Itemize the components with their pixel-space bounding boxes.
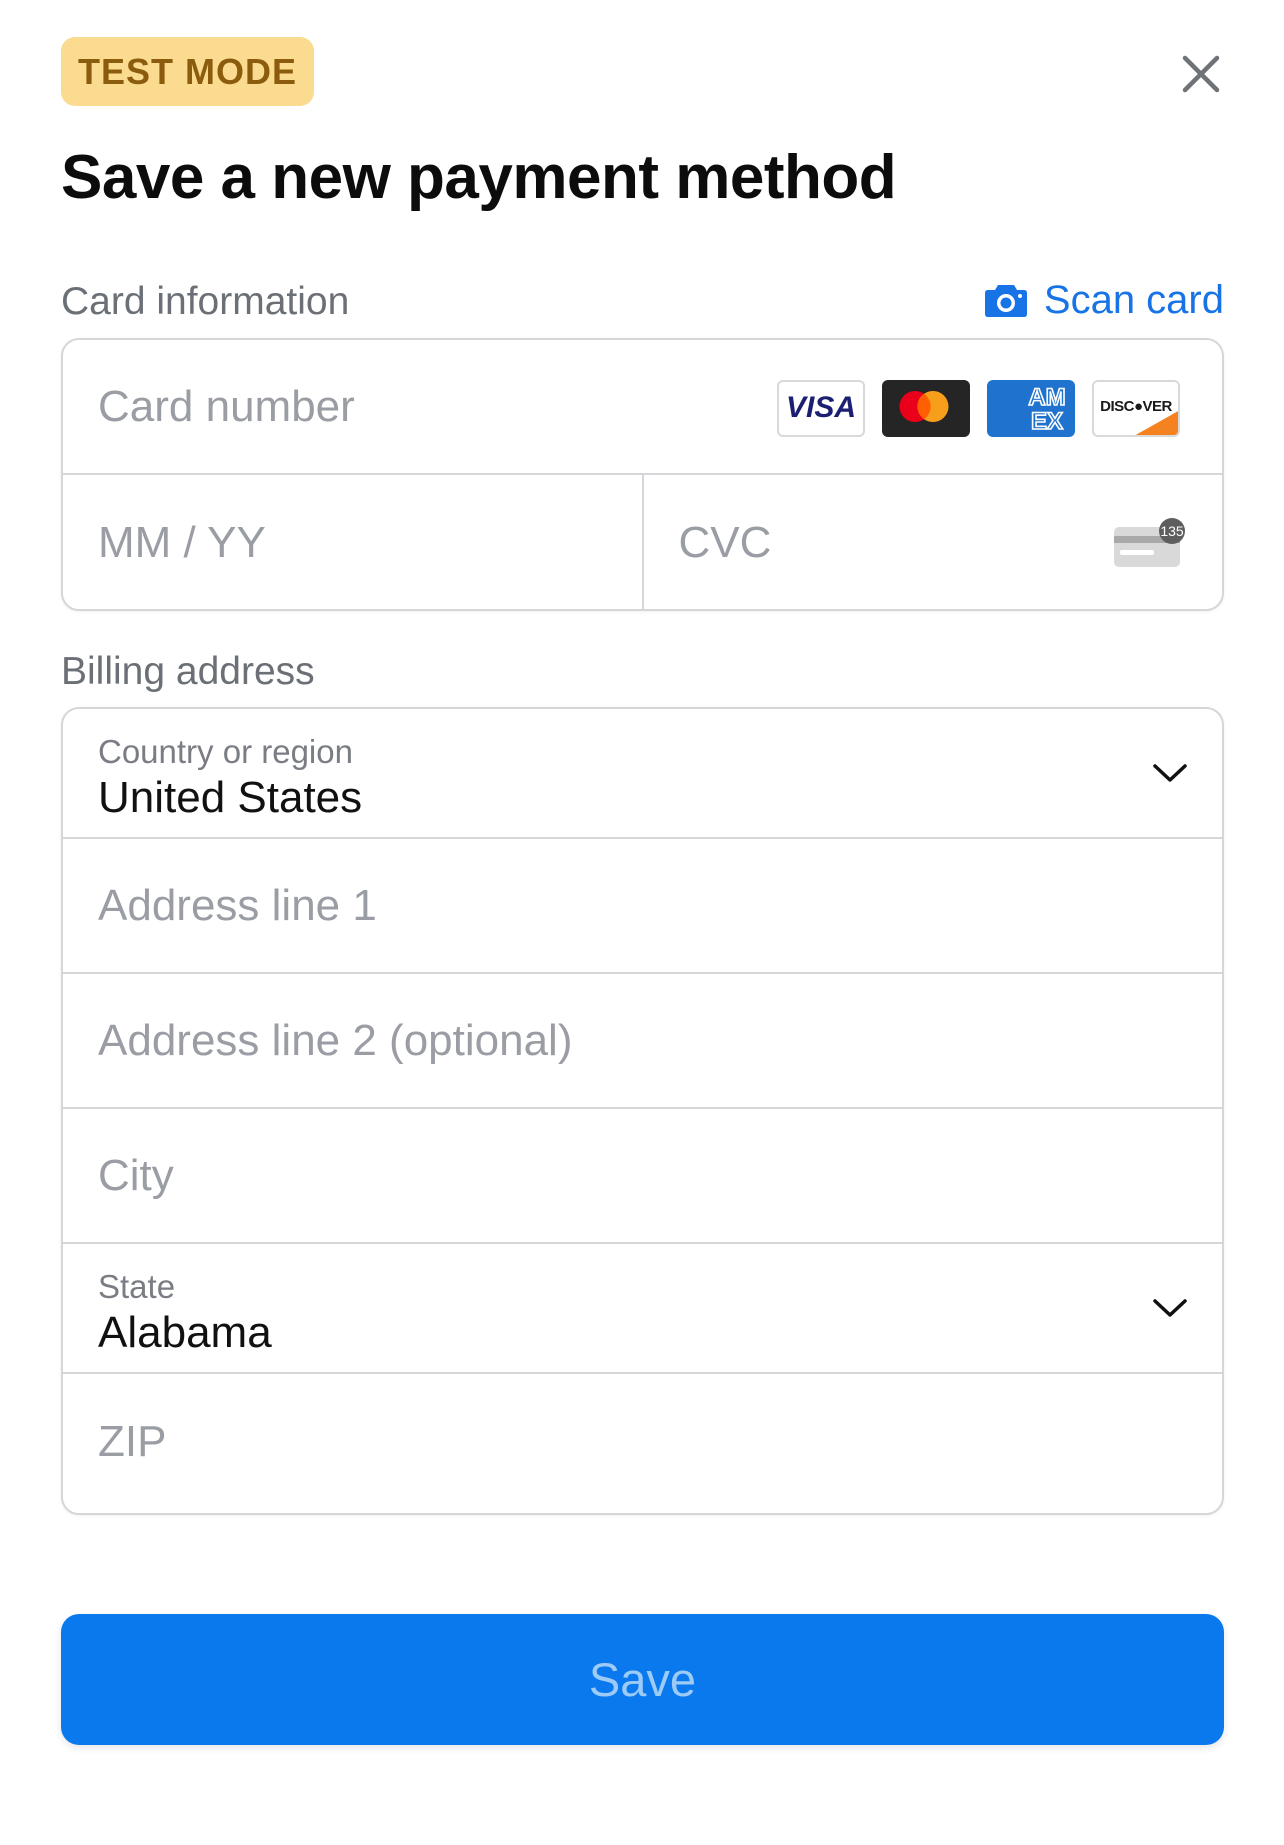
expiry-cvc-row: MM / YY CVC 135 [63,475,1223,609]
scan-card-button[interactable]: Scan card [984,276,1224,324]
billing-address-group: Country or region United States Address … [61,707,1224,1515]
city-placeholder: City [98,1150,174,1200]
amex-top-text: AM [1028,384,1065,411]
visa-icon: VISA [777,380,865,437]
close-icon[interactable] [1177,50,1225,98]
expiry-placeholder: MM / YY [98,517,266,567]
billing-address-label: Billing address [61,650,315,693]
amex-bottom-text: EX [1031,408,1063,435]
cvc-hint-text: 135 [1160,523,1184,539]
mastercard-icon [882,380,970,437]
cvc-field[interactable]: CVC 135 [641,475,1223,609]
card-information-group: Card number VISA AM EX DISC●VER MM / YY … [61,338,1224,611]
address-line-2-placeholder: Address line 2 (optional) [98,1015,573,1065]
card-number-field[interactable]: Card number VISA AM EX DISC●VER [63,340,1222,475]
scan-card-label: Scan card [1043,277,1224,322]
country-label: Country or region [98,733,353,770]
zip-placeholder: ZIP [98,1416,167,1466]
card-number-placeholder: Card number [98,381,355,431]
save-button[interactable]: Save [61,1614,1224,1745]
chevron-down-icon [1153,1299,1187,1317]
cvc-card-icon: 135 [1114,518,1185,567]
zip-field[interactable]: ZIP [63,1374,1222,1509]
expiry-field[interactable]: MM / YY [63,475,642,609]
state-select[interactable]: State Alabama [63,1244,1222,1374]
state-label: State [98,1268,176,1305]
camera-icon [984,285,1027,317]
country-value: United States [98,773,363,822]
state-value: Alabama [98,1308,272,1357]
address-line-1-field[interactable]: Address line 1 [63,839,1222,974]
payment-sheet: TEST MODE Save a new payment method Card… [0,0,1284,1845]
city-field[interactable]: City [63,1109,1222,1244]
country-select[interactable]: Country or region United States [63,709,1222,839]
address-line-1-placeholder: Address line 1 [98,880,377,930]
chevron-down-icon [1153,764,1187,782]
discover-icon: DISC●VER [1092,380,1180,437]
page-title: Save a new payment method [61,143,897,212]
amex-icon: AM EX [987,380,1075,437]
card-brands: VISA AM EX DISC●VER [777,380,1180,437]
test-mode-badge: TEST MODE [61,37,315,106]
address-line-2-field[interactable]: Address line 2 (optional) [63,974,1222,1109]
card-information-label: Card information [61,280,350,323]
cvc-placeholder: CVC [678,517,772,567]
